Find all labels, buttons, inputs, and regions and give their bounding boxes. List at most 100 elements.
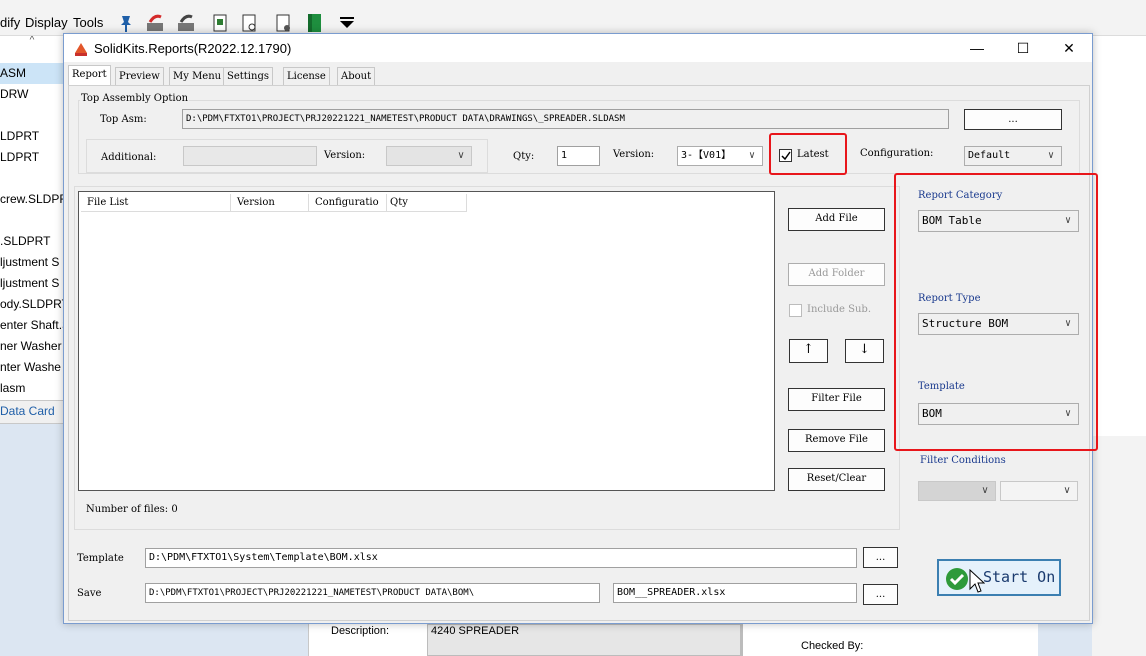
tree-item[interactable]: nter Washe [0, 357, 64, 378]
tab-about[interactable]: About [337, 67, 376, 85]
configuration-value: Default [968, 150, 1011, 161]
qty-label: Qty: [513, 151, 535, 162]
chevron-down-icon: ∨ [1064, 318, 1072, 329]
tab-settings[interactable]: Settings [223, 67, 273, 85]
tree-item[interactable]: .SLDPRT [0, 231, 64, 252]
dialog-title: SolidKits.Reports(R2022.12.1790) [94, 41, 292, 56]
title-bar[interactable]: SolidKits.Reports(R2022.12.1790) — ☐ ✕ [64, 34, 1092, 62]
document-search-icon[interactable] [241, 13, 259, 33]
minimize-button[interactable]: — [954, 36, 1000, 60]
file-list-table[interactable]: File List Version Configuratio Qty [78, 191, 775, 491]
configuration-label: Configuration: [860, 148, 934, 159]
include-sub-checkbox[interactable] [789, 304, 802, 317]
column-header-qty[interactable]: Qty [387, 194, 467, 212]
tree-item[interactable]: LDPRT [0, 126, 64, 147]
dropdown-arrow-icon[interactable] [338, 13, 356, 33]
additional-field[interactable] [183, 146, 317, 166]
filter-file-button[interactable]: Filter File [788, 388, 885, 411]
save-filename-value: BOM__SPREADER.xlsx [617, 587, 726, 598]
tree-item[interactable]: LDPRT [0, 147, 64, 168]
top-asm-path-field[interactable]: D:\PDM\FTXTO1\PROJECT\PRJ20221221_NAMETE… [182, 109, 949, 129]
card-divider [741, 624, 743, 656]
tab-data-card[interactable]: Data Card [0, 404, 55, 418]
tab-my-menu[interactable]: My Menu [169, 67, 226, 85]
start-on-button[interactable]: Start On [937, 559, 1061, 596]
chevron-down-icon: ∨ [1047, 150, 1055, 161]
save-path-value: D:\PDM\FTXTO1\PROJECT\PRJ20221221_NAMETE… [149, 588, 475, 598]
top-asm-browse-button[interactable]: ... [964, 109, 1062, 130]
top-asm-version-select[interactable]: 3-【V01】 ∨ [677, 146, 763, 166]
report-type-select[interactable]: Structure BOM ∨ [918, 313, 1079, 335]
column-header-version[interactable]: Version [231, 194, 309, 212]
save-label: Save [77, 588, 102, 599]
menu-modify[interactable]: dify [0, 15, 20, 30]
dialog-tabs: Report Preview My Menu Settings License … [68, 65, 378, 86]
add-folder-button[interactable]: Add Folder [788, 263, 885, 286]
tree-item[interactable]: ody.SLDPRT [0, 294, 64, 315]
template-path-value: D:\PDM\FTXTO1\System\Template\BOM.xlsx [149, 552, 378, 563]
tree-item[interactable] [0, 168, 64, 189]
qty-field[interactable]: 1 [557, 146, 600, 166]
tab-preview[interactable]: Preview [115, 67, 164, 85]
maximize-button[interactable]: ☐ [1000, 36, 1046, 60]
background-right-pane [1092, 36, 1146, 656]
tree-item[interactable]: lasm [0, 378, 64, 399]
filter-condition-select-1[interactable]: ∨ [918, 481, 996, 501]
tree-item[interactable]: DRW [0, 84, 64, 105]
move-down-button[interactable]: ↓ [845, 339, 884, 363]
tree-item[interactable]: enter Shaft.S [0, 315, 64, 336]
template-select[interactable]: BOM ∨ [918, 403, 1079, 425]
tree-item[interactable]: crew.SLDPRT [0, 189, 64, 210]
checkout-icon[interactable] [146, 13, 164, 33]
save-browse-button[interactable]: ... [863, 584, 898, 605]
template-path-field[interactable]: D:\PDM\FTXTO1\System\Template\BOM.xlsx [145, 548, 857, 568]
move-up-button[interactable]: ↑ [789, 339, 828, 363]
description-label: Description: [331, 625, 390, 637]
configuration-select[interactable]: Default ∨ [964, 146, 1062, 166]
tab-report[interactable]: Report [68, 65, 111, 86]
checkin-icon[interactable] [177, 13, 195, 33]
menu-display[interactable]: Display [25, 15, 68, 30]
tree-item[interactable] [0, 210, 64, 231]
document-settings-icon[interactable] [275, 13, 293, 33]
column-header-configuration[interactable]: Configuratio [309, 194, 387, 212]
tree-item[interactable] [0, 105, 64, 126]
chevron-down-icon: ∨ [1064, 215, 1072, 226]
template-browse-button[interactable]: ... [863, 547, 898, 568]
template-select-value: BOM [922, 407, 942, 420]
remove-file-button[interactable]: Remove File [788, 429, 885, 452]
close-button[interactable]: ✕ [1046, 36, 1092, 60]
tree-item[interactable]: ner Washer [0, 336, 64, 357]
additional-version-select[interactable]: ∨ [386, 146, 472, 166]
include-sub-label: Include Sub. [807, 304, 871, 315]
save-filename-field[interactable]: BOM__SPREADER.xlsx [613, 583, 857, 603]
book-icon[interactable] [306, 13, 324, 33]
report-category-label: Report Category [918, 190, 1003, 201]
report-type-value: Structure BOM [922, 317, 1009, 330]
report-category-select[interactable]: BOM Table ∨ [918, 210, 1079, 232]
pin-icon[interactable] [117, 13, 135, 33]
description-field[interactable]: 4240 SPREADER [427, 624, 741, 656]
document-icon[interactable] [212, 13, 230, 33]
collapse-icon[interactable]: ^ [0, 36, 64, 46]
green-check-icon [946, 568, 968, 590]
tree-item[interactable]: ASM [0, 63, 64, 84]
tab-license[interactable]: License [283, 67, 330, 85]
chevron-down-icon: ∨ [457, 150, 465, 161]
chevron-down-icon: ∨ [748, 150, 756, 161]
save-path-field[interactable]: D:\PDM\FTXTO1\PROJECT\PRJ20221221_NAMETE… [145, 583, 600, 603]
latest-checkbox[interactable] [779, 149, 792, 162]
menu-tools[interactable]: Tools [73, 15, 103, 30]
chevron-down-icon: ∨ [1064, 408, 1072, 419]
checkmark-icon [781, 151, 791, 161]
mouse-cursor-icon [969, 569, 985, 593]
filter-condition-select-2[interactable]: ∨ [1000, 481, 1078, 501]
add-file-button[interactable]: Add File [788, 208, 885, 231]
version2-label: Version: [613, 149, 655, 160]
background-data-card: Description: 4240 SPREADER Checked By: [308, 624, 1038, 656]
tree-item[interactable]: ljustment S [0, 252, 64, 273]
reset-clear-button[interactable]: Reset/Clear [788, 468, 885, 491]
start-on-label: Start On [983, 568, 1056, 586]
column-header-file-list[interactable]: File List [81, 194, 231, 212]
tree-item[interactable]: ljustment S [0, 273, 64, 294]
